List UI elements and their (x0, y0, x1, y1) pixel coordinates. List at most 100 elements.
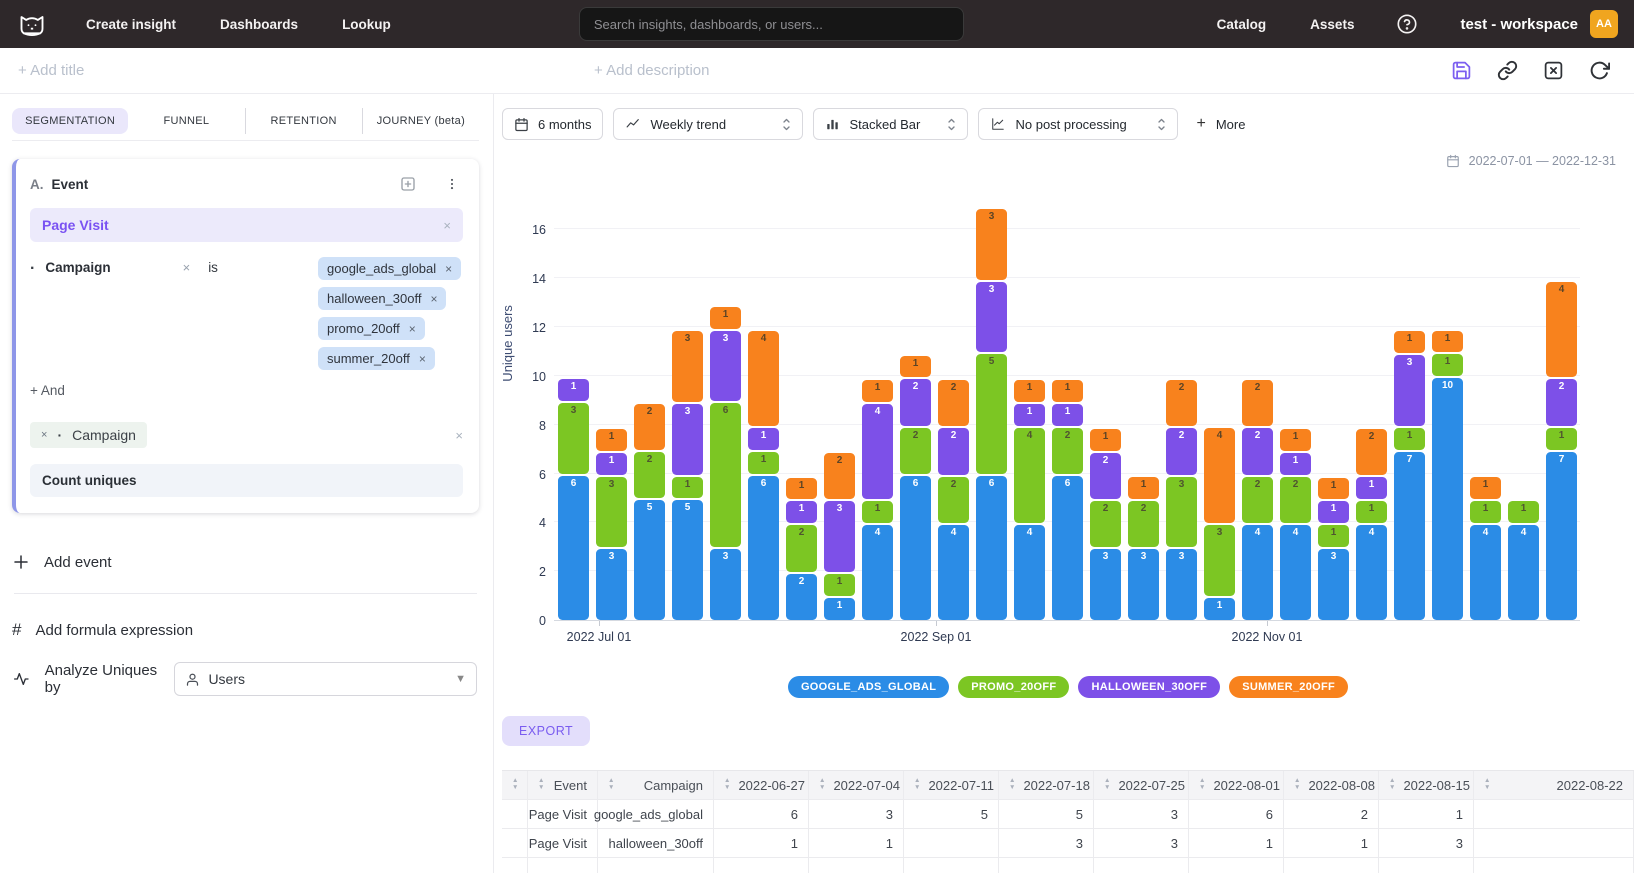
bar-segment-summer_20off[interactable]: 1 (1318, 478, 1349, 500)
bar-segment-halloween_30off[interactable]: 2 (1546, 379, 1577, 425)
nav-item-dashboards[interactable]: Dashboards (220, 17, 298, 32)
bar-segment-summer_20off[interactable]: 2 (1166, 380, 1197, 426)
trend-select[interactable]: Weekly trend (613, 108, 803, 140)
bar-segment-summer_20off[interactable]: 2 (634, 404, 665, 450)
bar-segment-halloween_30off[interactable]: 3 (672, 404, 703, 475)
bar-segment-google_ads_global[interactable]: 6 (558, 476, 589, 620)
bar-segment-promo_20off[interactable]: 1 (824, 574, 855, 596)
bar-segment-google_ads_global[interactable]: 4 (1014, 525, 1045, 620)
bar-segment-promo_20off[interactable]: 2 (1128, 501, 1159, 547)
remove-value-icon[interactable]: × (419, 352, 426, 366)
help-icon[interactable] (1396, 13, 1418, 35)
legend-pill-halloween_30off[interactable]: HALLOWEEN_30OFF (1078, 676, 1220, 698)
bar-segment-google_ads_global[interactable]: 10 (1432, 378, 1463, 620)
remove-breakdown-icon[interactable]: × (41, 429, 47, 441)
table-header-cell[interactable]: ▲▼Event (528, 771, 598, 800)
table-header-cell[interactable]: ▲▼2022-08-01 (1189, 771, 1284, 800)
add-formula-button[interactable]: # Add formula expression (12, 620, 479, 640)
bar-segment-promo_20off[interactable]: 2 (938, 477, 969, 523)
bar-segment-summer_20off[interactable]: 1 (1470, 477, 1501, 499)
copy-link-icon[interactable] (1496, 60, 1518, 82)
bar-segment-google_ads_global[interactable]: 5 (634, 500, 665, 620)
bar-segment-summer_20off[interactable]: 1 (900, 356, 931, 378)
export-button[interactable]: EXPORT (502, 716, 590, 746)
bar-segment-promo_20off[interactable]: 2 (1090, 501, 1121, 547)
table-header-cell[interactable]: ▲▼2022-08-08 (1284, 771, 1379, 800)
bar-segment-halloween_30off[interactable]: 4 (862, 404, 893, 499)
clear-breakdown-icon[interactable]: × (455, 428, 463, 443)
bar-segment-promo_20off[interactable]: 1 (1432, 354, 1463, 376)
bar-segment-summer_20off[interactable]: 3 (672, 331, 703, 402)
bar-segment-promo_20off[interactable]: 1 (1318, 525, 1349, 547)
bar-segment-summer_20off[interactable]: 2 (824, 453, 855, 499)
legend-pill-promo_20off[interactable]: PROMO_20OFF (958, 676, 1069, 698)
filter-operator[interactable]: is (208, 260, 218, 275)
bar-segment-promo_20off[interactable]: 6 (710, 403, 741, 547)
tab-retention[interactable]: RETENTION (245, 108, 362, 134)
table-header-cell[interactable]: ▲▼2022-07-04 (809, 771, 904, 800)
bar-segment-summer_20off[interactable]: 1 (1432, 331, 1463, 353)
table-header-cell[interactable]: ▲▼2022-08-15 (1379, 771, 1474, 800)
duplicate-event-icon[interactable] (397, 173, 419, 195)
bar-segment-summer_20off[interactable]: 1 (1052, 380, 1083, 402)
bar-segment-google_ads_global[interactable]: 1 (824, 598, 855, 620)
tab-journey[interactable]: JOURNEY (beta) (362, 108, 479, 134)
bar-segment-google_ads_global[interactable]: 2 (786, 574, 817, 620)
nav-item-create-insight[interactable]: Create insight (86, 17, 176, 32)
bar-segment-promo_20off[interactable]: 1 (862, 501, 893, 523)
bar-segment-summer_20off[interactable]: 1 (1394, 331, 1425, 353)
selected-event-row[interactable]: Page Visit × (30, 208, 463, 242)
bar-segment-google_ads_global[interactable]: 4 (938, 525, 969, 620)
bar-segment-summer_20off[interactable]: 2 (938, 380, 969, 426)
bar-segment-halloween_30off[interactable]: 2 (938, 428, 969, 474)
bar-segment-halloween_30off[interactable]: 1 (1052, 404, 1083, 426)
event-name[interactable]: Page Visit (42, 217, 109, 233)
bar-segment-halloween_30off[interactable]: 1 (596, 453, 627, 475)
app-logo-cat-icon[interactable] (18, 10, 46, 38)
remove-value-icon[interactable]: × (430, 292, 437, 306)
table-header-cell[interactable]: ▲▼2022-07-18 (999, 771, 1094, 800)
tab-segmentation[interactable]: SEGMENTATION (12, 108, 128, 134)
add-title-button[interactable]: + Add title (18, 62, 84, 79)
bar-segment-google_ads_global[interactable]: 4 (1470, 525, 1501, 620)
more-button[interactable]: + More (1196, 115, 1245, 133)
bar-segment-halloween_30off[interactable]: 1 (786, 501, 817, 523)
bar-segment-google_ads_global[interactable]: 5 (672, 500, 703, 620)
table-header-cell[interactable]: ▲▼ (502, 771, 528, 800)
filter-property[interactable]: Campaign (45, 260, 110, 275)
bar-segment-promo_20off[interactable]: 2 (1280, 477, 1311, 523)
add-event-button[interactable]: Add event (12, 553, 479, 571)
bar-segment-promo_20off[interactable]: 1 (1546, 428, 1577, 450)
bar-segment-summer_20off[interactable]: 1 (710, 307, 741, 329)
bar-segment-summer_20off[interactable]: 1 (1090, 429, 1121, 451)
table-header-cell[interactable]: ▲▼2022-07-25 (1094, 771, 1189, 800)
chart-type-select[interactable]: Stacked Bar (813, 108, 968, 140)
nav-item-assets[interactable]: Assets (1310, 17, 1354, 32)
bar-segment-promo_20off[interactable]: 1 (1470, 501, 1501, 523)
date-range-button[interactable]: 6 months (502, 108, 603, 140)
bar-segment-promo_20off[interactable]: 1 (1394, 428, 1425, 450)
bar-segment-promo_20off[interactable]: 2 (1242, 477, 1273, 523)
analyze-by-select[interactable]: Users ▼ (174, 662, 477, 696)
bar-segment-halloween_30off[interactable]: 1 (1014, 404, 1045, 426)
filter-value-tag-promo_20off[interactable]: promo_20off× (318, 317, 425, 340)
bar-segment-google_ads_global[interactable]: 3 (710, 549, 741, 620)
filter-value-tag-google_ads_global[interactable]: google_ads_global× (318, 257, 461, 280)
bar-segment-summer_20off[interactable]: 1 (1128, 477, 1159, 499)
workspace-name[interactable]: test - workspace (1460, 16, 1578, 33)
event-menu-icon[interactable] (441, 173, 463, 195)
bar-segment-google_ads_global[interactable]: 4 (1280, 525, 1311, 620)
add-description-button[interactable]: + Add description (594, 62, 710, 79)
bar-segment-summer_20off[interactable]: 1 (862, 380, 893, 402)
avatar[interactable]: AA (1590, 10, 1618, 38)
bar-segment-promo_20off[interactable]: 5 (976, 354, 1007, 474)
bar-segment-halloween_30off[interactable]: 2 (1242, 428, 1273, 474)
bar-segment-promo_20off[interactable]: 4 (1014, 428, 1045, 523)
bar-segment-promo_20off[interactable]: 2 (900, 428, 931, 474)
remove-event-icon[interactable]: × (443, 218, 451, 233)
filter-value-tag-halloween_30off[interactable]: halloween_30off× (318, 287, 446, 310)
bar-segment-summer_20off[interactable]: 1 (786, 478, 817, 500)
table-header-cell[interactable]: ▲▼2022-06-27 (714, 771, 809, 800)
bar-segment-google_ads_global[interactable]: 4 (1508, 525, 1539, 620)
bar-segment-halloween_30off[interactable]: 1 (1280, 453, 1311, 475)
